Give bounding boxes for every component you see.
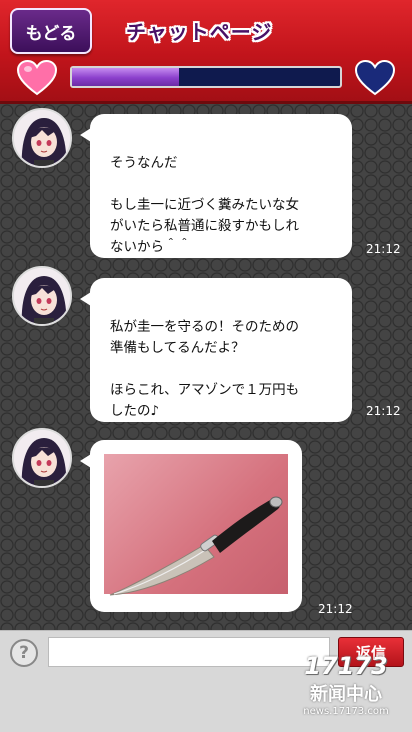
message-bubble: そうなんだ もし圭一に近づく糞みたいな女 がいたら私普通に殺すかもしれ ないから… [80,114,352,258]
message-time: 21:12 [366,242,401,256]
girl-avatar-icon [14,268,70,324]
message-time: 21:12 [318,602,353,616]
avatar[interactable] [12,108,72,168]
watermark-url: news.17173.com [303,706,389,717]
navy-heart-icon [354,60,396,96]
watermark-logo: 17173 [304,652,388,680]
header-bar: もどる チャットページ [0,0,412,104]
back-button[interactable]: もどる [10,8,92,54]
message-bubble: 私が圭一を守るの！そのための 準備もしてるんだよ？ ほらこれ、アマゾンで１万円も… [80,278,352,422]
knife-photo[interactable] [104,454,288,596]
chat-log[interactable]: そうなんだ もし圭一に近づく糞みたいな女 がいたら私普通に殺すかもしれ ないから… [0,104,412,630]
girl-avatar-icon [14,430,70,486]
affection-meter-fill [72,68,180,86]
message-time: 21:12 [366,404,401,418]
girl-avatar-icon [14,110,70,166]
watermark: 17173 新闻中心 news.17173.com [282,652,410,732]
help-icon[interactable]: ? [10,639,38,667]
knife-icon [109,496,283,596]
avatar[interactable] [12,266,72,326]
watermark-cn: 新闻中心 [310,684,382,705]
affection-meter [70,66,342,88]
message-text: そうなんだ もし圭一に近づく糞みたいな女 がいたら私普通に殺すかもしれ ないから… [110,155,299,255]
avatar[interactable] [12,428,72,488]
pink-heart-icon [16,60,58,96]
page-title: チャットページ [126,20,273,44]
message-text: 私が圭一を守るの！そのための 準備もしてるんだよ？ ほらこれ、アマゾンで１万円も… [110,319,300,419]
image-bubble[interactable] [80,440,302,612]
